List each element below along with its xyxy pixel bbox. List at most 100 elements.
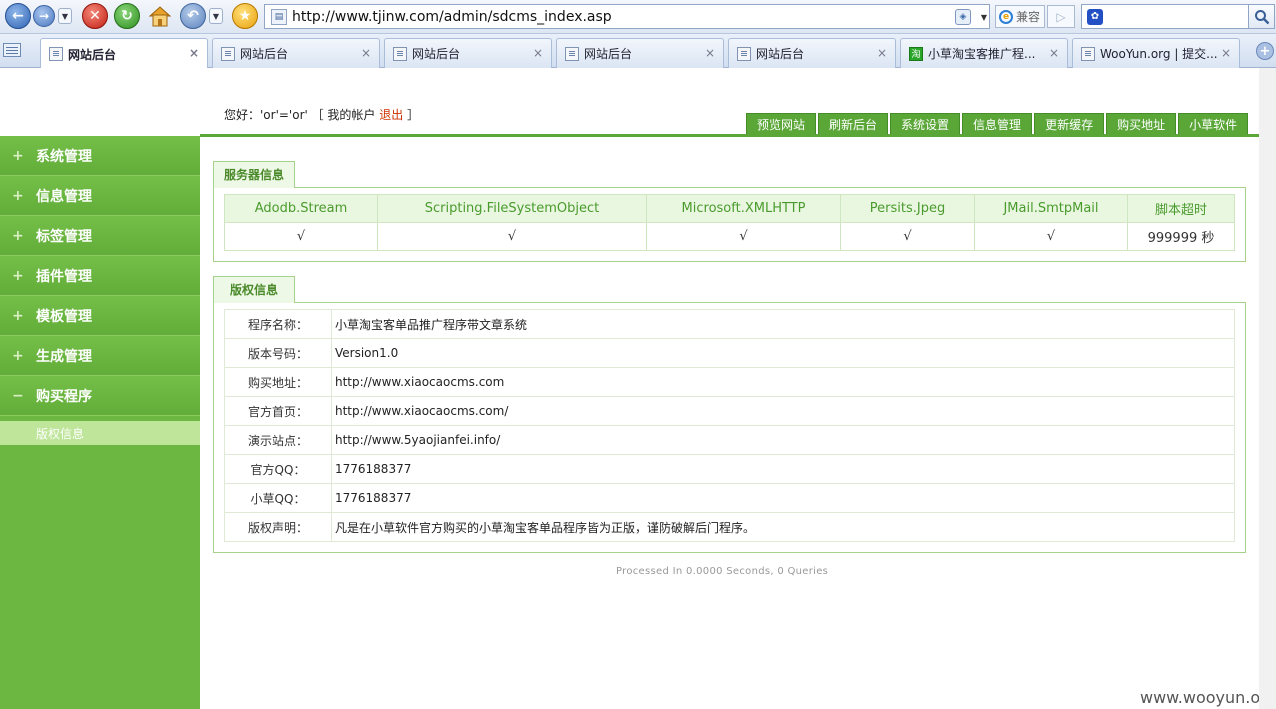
- buy-address-button[interactable]: 购买地址: [1106, 113, 1177, 136]
- tab-close-icon[interactable]: ×: [1221, 46, 1231, 60]
- url-input[interactable]: [292, 8, 952, 25]
- row-label: 官方QQ：: [224, 454, 332, 484]
- sidebar-item-purchase[interactable]: − 购买程序: [0, 376, 200, 416]
- header-divider: [200, 134, 1276, 137]
- main-content: 服务器信息 Adodb.Stream Scripting.FileSystemO…: [213, 161, 1246, 553]
- page-icon: [393, 46, 407, 61]
- tab-close-icon[interactable]: ×: [877, 46, 887, 60]
- taobao-icon: 淘: [909, 46, 923, 61]
- admin-header: 您好：'or'='or' ［ 我的帐户 退出 ］ 预览网站 刷新后台 系统设置 …: [0, 68, 1276, 137]
- tab-close-icon[interactable]: ×: [1049, 46, 1059, 60]
- compat-label: 兼容: [1016, 10, 1041, 24]
- undo-dropdown-icon[interactable]: ▼: [209, 8, 223, 24]
- sidebar-item-generate[interactable]: + 生成管理: [0, 336, 200, 376]
- sidebar-item-info[interactable]: + 信息管理: [0, 176, 200, 216]
- page-icon: [221, 46, 235, 61]
- go-icon[interactable]: ▷: [1047, 5, 1075, 28]
- browser-tab[interactable]: 网站后台 ×: [212, 38, 380, 68]
- sidebar-item-label: 信息管理: [36, 188, 92, 205]
- table-header: Scripting.FileSystemObject: [377, 194, 647, 223]
- browser-tab[interactable]: WooYun.org | 提交... ×: [1072, 38, 1240, 68]
- browser-tab[interactable]: 网站后台 ×: [556, 38, 724, 68]
- history-dropdown-icon[interactable]: ▼: [58, 8, 72, 24]
- stop-icon[interactable]: ✕: [82, 3, 108, 29]
- page-icon: [565, 46, 579, 61]
- update-cache-button[interactable]: 更新缓存: [1034, 113, 1105, 136]
- info-manage-button[interactable]: 信息管理: [962, 113, 1033, 136]
- row-value: http://www.xiaocaocms.com: [331, 367, 1235, 397]
- preview-site-button[interactable]: 预览网站: [746, 113, 817, 136]
- refresh-icon[interactable]: ↻: [114, 3, 140, 29]
- table-row: 小草QQ： 1776188377: [224, 483, 1235, 513]
- home-icon[interactable]: [147, 3, 173, 29]
- table-header: Microsoft.XMLHTTP: [646, 194, 841, 223]
- expand-icon: +: [12, 267, 24, 284]
- tab-list-icon[interactable]: [3, 43, 21, 57]
- address-bar[interactable]: ▤ ◈ ▼: [264, 4, 990, 29]
- refresh-admin-button[interactable]: 刷新后台: [818, 113, 889, 136]
- search-input[interactable]: ✿: [1081, 4, 1249, 29]
- tab-label: 网站后台: [412, 47, 461, 61]
- table-row: 购买地址： http://www.xiaocaocms.com: [224, 367, 1235, 397]
- row-label: 购买地址：: [224, 367, 332, 397]
- table-header: Adodb.Stream: [224, 194, 378, 223]
- greeting-text: 您好：'or'='or' ［ 我的帐户: [224, 108, 380, 122]
- back-icon[interactable]: ←: [5, 3, 31, 29]
- sidebar-item-label: 插件管理: [36, 268, 92, 285]
- sidebar-item-system[interactable]: + 系统管理: [0, 136, 200, 176]
- browser-tab[interactable]: 网站后台 ×: [384, 38, 552, 68]
- row-value: http://www.xiaocaocms.com/: [331, 396, 1235, 426]
- new-tab-icon[interactable]: +: [1256, 42, 1274, 60]
- sidebar-item-plugins[interactable]: + 插件管理: [0, 256, 200, 296]
- table-cell: 999999 秒: [1127, 222, 1235, 251]
- browser-tab[interactable]: 网站后台 ×: [728, 38, 896, 68]
- logout-link[interactable]: 退出: [379, 108, 403, 122]
- sidebar-item-tags[interactable]: + 标签管理: [0, 216, 200, 256]
- system-settings-button[interactable]: 系统设置: [890, 113, 961, 136]
- scrollbar[interactable]: [1259, 68, 1276, 709]
- favorites-star-icon[interactable]: ★: [232, 3, 258, 29]
- row-label: 版本号码：: [224, 338, 332, 368]
- undo-icon[interactable]: ↶: [180, 3, 206, 29]
- page-icon: [737, 46, 751, 61]
- server-info-table: Adodb.Stream Scripting.FileSystemObject …: [224, 194, 1235, 251]
- search-icon[interactable]: [1249, 4, 1275, 29]
- expand-icon: +: [12, 347, 24, 364]
- tab-close-icon[interactable]: ×: [361, 46, 371, 60]
- table-row: 程序名称： 小草淘宝客单品推广程序带文章系统: [224, 309, 1235, 339]
- forward-icon[interactable]: →: [33, 5, 55, 27]
- server-info-tab: 服务器信息: [213, 161, 296, 188]
- security-shield-icon[interactable]: ◈: [955, 9, 971, 25]
- row-value: 1776188377: [331, 483, 1235, 513]
- address-dropdown-icon[interactable]: ▼: [981, 13, 987, 22]
- table-row: 演示站点： http://www.5yaojianfei.info/: [224, 425, 1235, 455]
- sidebar-item-templates[interactable]: + 模板管理: [0, 296, 200, 336]
- browser-tab[interactable]: 网站后台 ×: [40, 38, 208, 69]
- table-cell: √: [224, 222, 378, 251]
- browser-tab[interactable]: 淘 小草淘宝客推广程... ×: [900, 38, 1068, 68]
- row-value: 凡是在小草软件官方购买的小草淘宝客单品程序皆为正版，谨防破解后门程序。: [331, 512, 1235, 542]
- table-cell: √: [974, 222, 1128, 251]
- expand-icon: +: [12, 187, 24, 204]
- expand-icon: +: [12, 227, 24, 244]
- row-value: 1776188377: [331, 454, 1235, 484]
- expand-icon: +: [12, 307, 24, 324]
- server-info-panel: Adodb.Stream Scripting.FileSystemObject …: [213, 187, 1246, 262]
- table-cell: √: [840, 222, 975, 251]
- copyright-panel: 程序名称： 小草淘宝客单品推广程序带文章系统 版本号码： Version1.0 购买…: [213, 302, 1246, 553]
- tab-strip: 网站后台 × 网站后台 × 网站后台 × 网站后台 × 网站后台 × 淘 小草淘…: [0, 34, 1276, 69]
- sidebar-item-label: 购买程序: [36, 388, 92, 405]
- xiaocao-software-button[interactable]: 小草软件: [1178, 113, 1249, 136]
- tab-label: 小草淘宝客推广程...: [928, 47, 1036, 61]
- sidebar-subitem-copyright[interactable]: 版权信息: [0, 421, 200, 445]
- table-header: Persits.Jpeg: [840, 194, 975, 223]
- tab-close-icon[interactable]: ×: [189, 46, 199, 60]
- sidebar: + 系统管理 + 信息管理 + 标签管理 + 插件管理 + 模板管理 + 生成管理 − 购买程…: [0, 136, 200, 709]
- row-label: 程序名称：: [224, 309, 332, 339]
- tab-close-icon[interactable]: ×: [705, 46, 715, 60]
- tab-label: 网站后台: [584, 47, 633, 61]
- top-nav: 预览网站 刷新后台 系统设置 信息管理 更新缓存 购买地址 小草软件: [746, 113, 1249, 136]
- tab-close-icon[interactable]: ×: [533, 46, 543, 60]
- compat-mode-button[interactable]: e 兼容: [995, 5, 1045, 28]
- table-row: 官方首页： http://www.xiaocaocms.com/: [224, 396, 1235, 426]
